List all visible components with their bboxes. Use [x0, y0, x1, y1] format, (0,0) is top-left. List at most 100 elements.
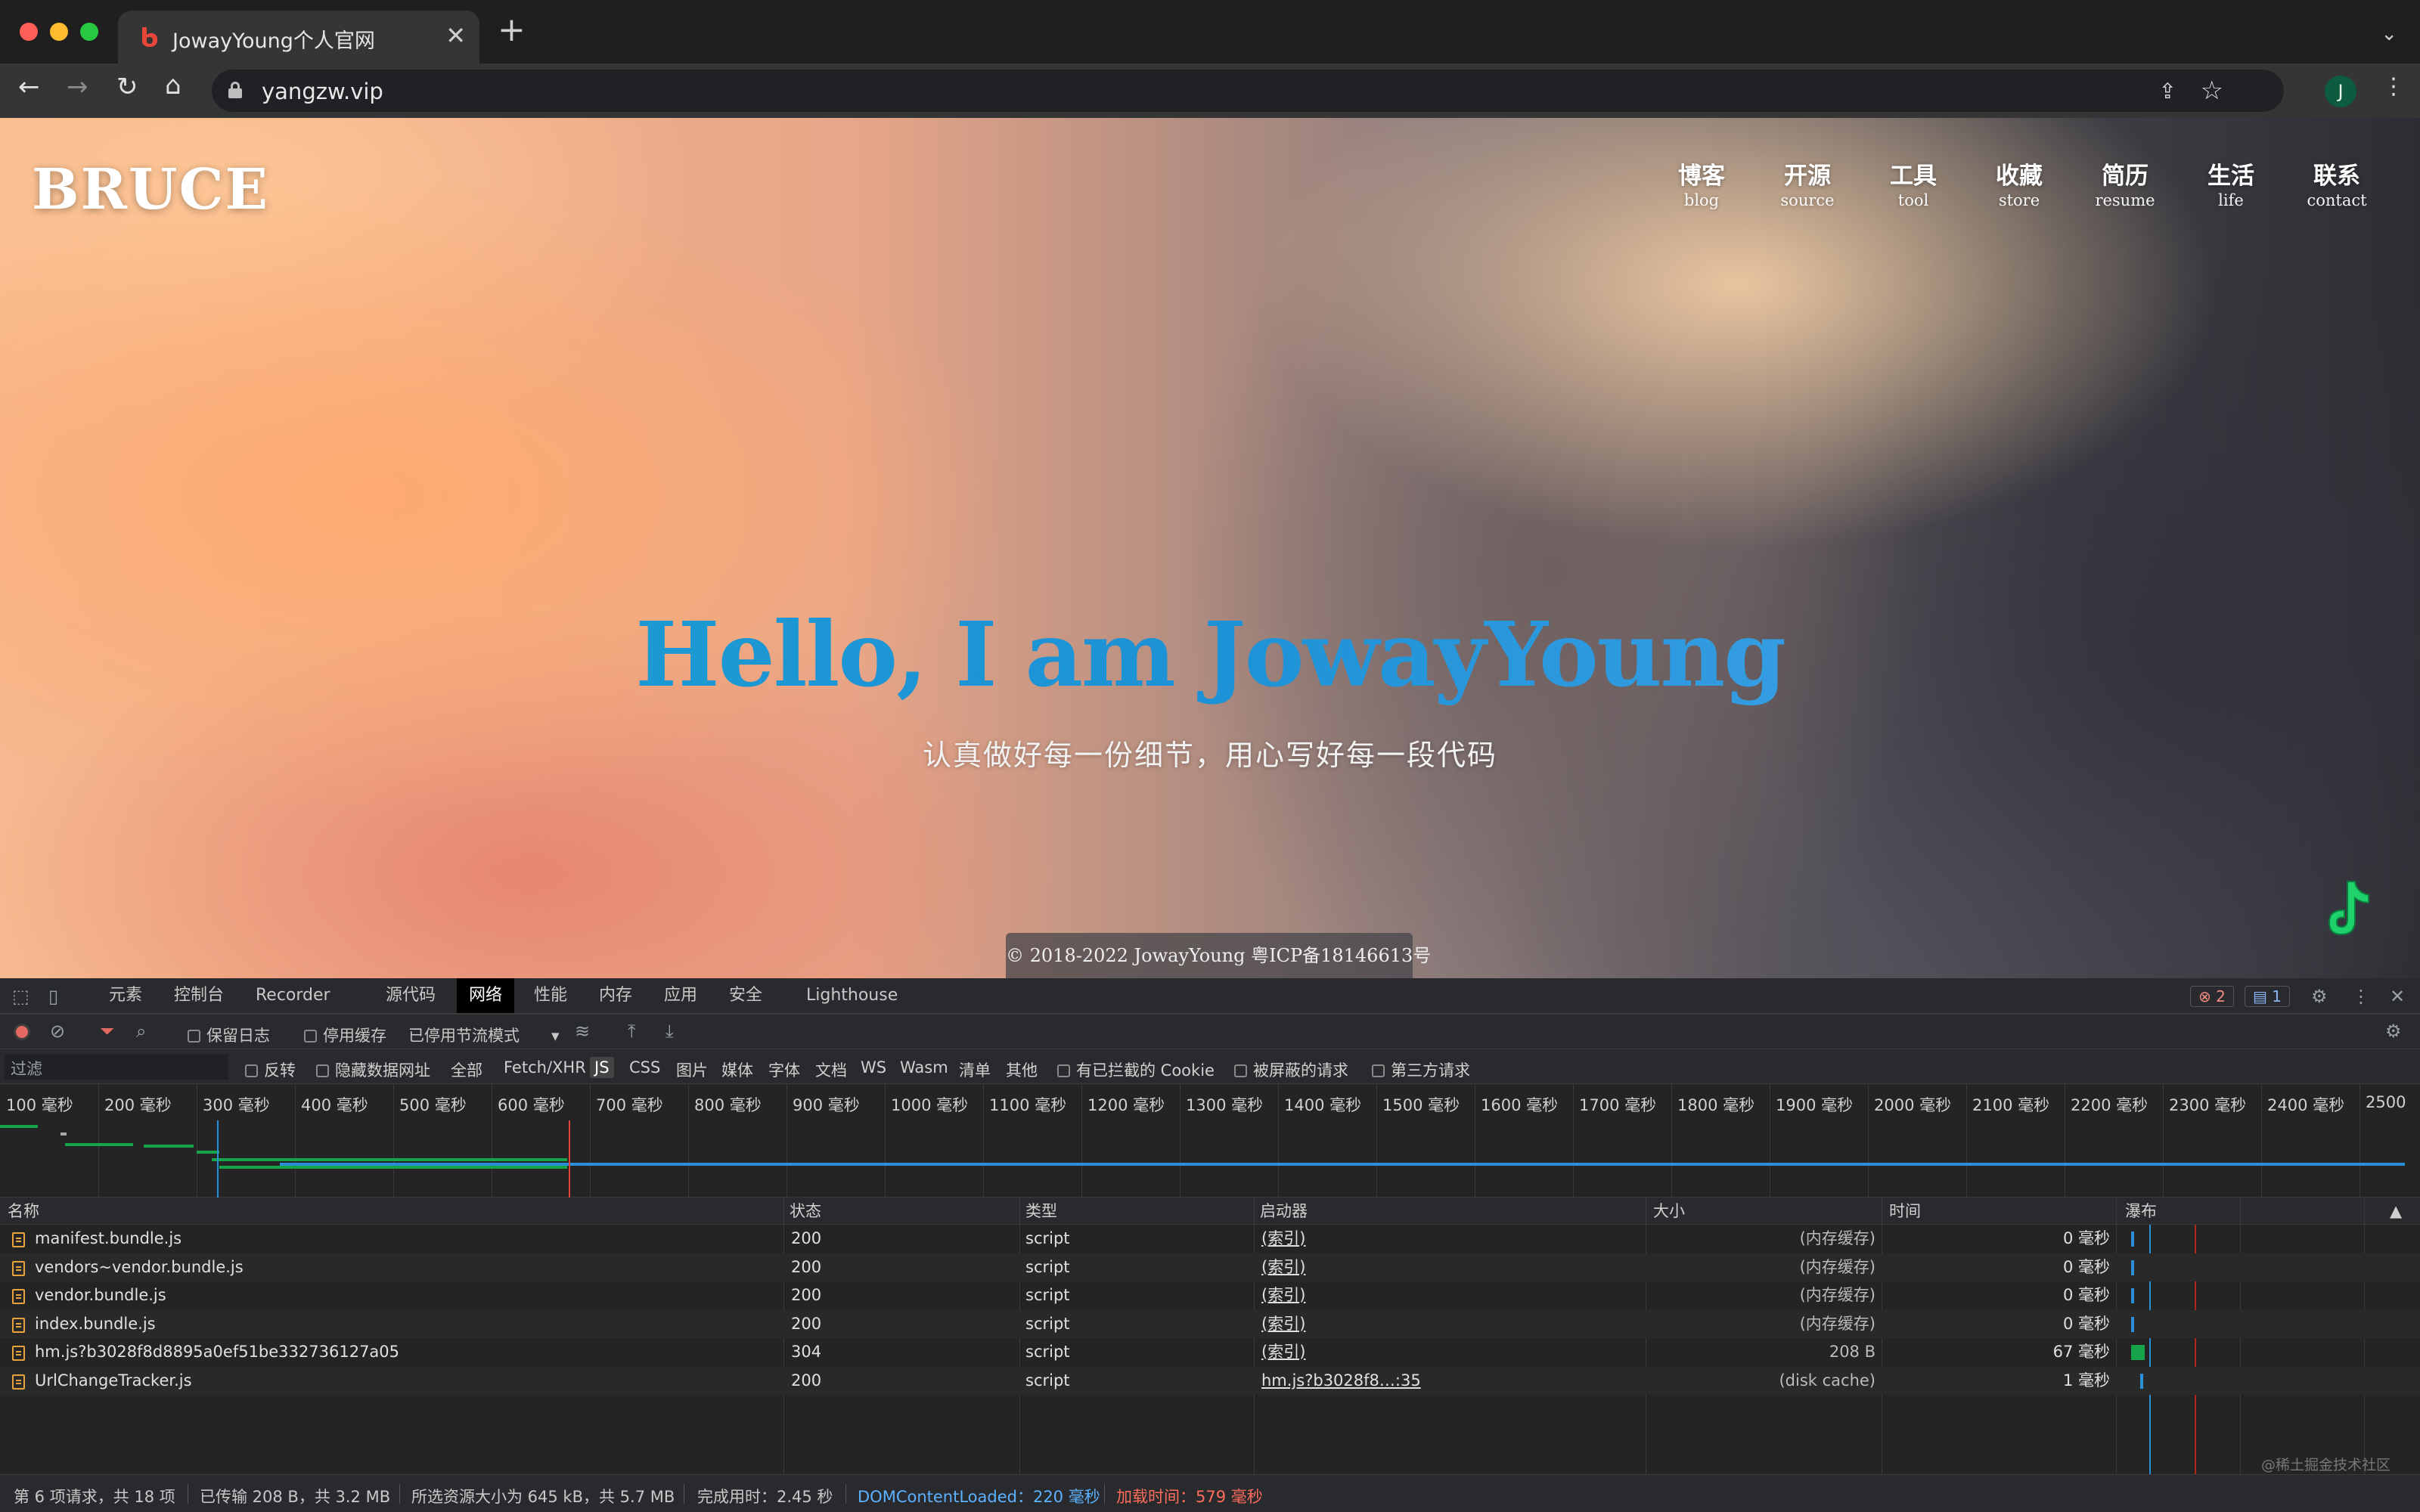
- preserve-log-checkbox[interactable]: 保留日志: [188, 1024, 270, 1046]
- bookmark-star-icon[interactable]: ☆: [2201, 76, 2223, 106]
- devtools-menu-icon[interactable]: ⋮: [2352, 986, 2370, 1007]
- request-initiator-link[interactable]: hm.js?b3028f8…:35: [1261, 1367, 1421, 1396]
- nav-item-tool[interactable]: 工具 tool: [1860, 162, 1966, 210]
- reload-icon[interactable]: ↻: [116, 74, 138, 100]
- request-name[interactable]: manifest.bundle.js: [35, 1225, 182, 1253]
- error-count-badge[interactable]: ⊗ 2: [2190, 986, 2234, 1007]
- tab-sources[interactable]: 源代码: [374, 978, 448, 1013]
- blocked-cookies-checkbox[interactable]: 有已拦截的 Cookie: [1057, 1058, 1215, 1081]
- network-overview-timeline[interactable]: 100 毫秒 200 毫秒 300 毫秒 400 毫秒 500 毫秒 600 毫秒 700 …: [0, 1084, 2420, 1198]
- tab-network[interactable]: 网络: [457, 978, 515, 1013]
- settings-gear-icon[interactable]: ⚙: [2311, 986, 2328, 1007]
- table-row[interactable]: index.bundle.js 200 script (索引) (内存缓存) 0 毫秒: [0, 1309, 2420, 1339]
- nav-item-life[interactable]: 生活 life: [2178, 162, 2284, 210]
- nav-item-store[interactable]: 收藏 store: [1966, 162, 2072, 210]
- tab-search-chevron-icon[interactable]: ⌄: [2381, 23, 2397, 45]
- filter-type-css[interactable]: CSS: [629, 1058, 660, 1077]
- blocked-requests-checkbox[interactable]: 被屏蔽的请求: [1234, 1058, 1348, 1081]
- filter-type-fetch-xhr[interactable]: Fetch/XHR: [504, 1058, 586, 1077]
- filter-type-media[interactable]: 媒体: [721, 1058, 753, 1081]
- filter-type-all[interactable]: 全部: [451, 1058, 482, 1081]
- request-initiator-link[interactable]: (索引): [1261, 1310, 1305, 1339]
- request-initiator-link[interactable]: (索引): [1261, 1253, 1305, 1282]
- tab-elements[interactable]: 元素: [97, 978, 154, 1013]
- browser-tab[interactable]: JowayYoung个人官网 ✕: [118, 11, 479, 64]
- share-icon[interactable]: ⇪: [2159, 79, 2176, 104]
- third-party-checkbox[interactable]: 第三方请求: [1372, 1058, 1470, 1081]
- tab-lighthouse[interactable]: Lighthouse: [794, 978, 910, 1013]
- device-toolbar-icon[interactable]: ▯: [48, 986, 58, 1007]
- filter-input[interactable]: 过滤: [5, 1054, 228, 1080]
- request-initiator-link[interactable]: (索引): [1261, 1338, 1305, 1367]
- nav-item-resume[interactable]: 简历 resume: [2072, 162, 2178, 210]
- tab-application[interactable]: 应用: [652, 978, 709, 1013]
- filter-type-doc[interactable]: 文档: [815, 1058, 847, 1081]
- address-bar[interactable]: yangzw.vip ⇪ ☆: [212, 70, 2284, 112]
- request-name[interactable]: UrlChangeTracker.js: [35, 1367, 192, 1396]
- nav-item-source[interactable]: 开源 source: [1754, 162, 1860, 210]
- home-icon[interactable]: ⌂: [165, 73, 182, 98]
- close-window-button[interactable]: [20, 23, 38, 41]
- inspect-element-icon[interactable]: ⬚: [12, 986, 29, 1007]
- clear-icon[interactable]: ⊘: [50, 1021, 65, 1042]
- nav-item-contact[interactable]: 联系 contact: [2284, 162, 2390, 210]
- filter-funnel-icon[interactable]: ⏷: [100, 1021, 114, 1042]
- filter-type-ws[interactable]: WS: [861, 1058, 886, 1077]
- table-row[interactable]: UrlChangeTracker.js 200 script hm.js?b3028f…: [0, 1366, 2420, 1396]
- close-tab-icon[interactable]: ✕: [445, 21, 466, 50]
- request-name[interactable]: vendors~vendor.bundle.js: [35, 1253, 244, 1282]
- tab-console[interactable]: 控制台: [162, 978, 236, 1013]
- filter-type-other[interactable]: 其他: [1006, 1058, 1038, 1081]
- export-har-icon[interactable]: ⤓: [666, 1021, 674, 1042]
- table-row[interactable]: vendors~vendor.bundle.js 200 script (索引) (内存…: [0, 1253, 2420, 1282]
- url-text[interactable]: yangzw.vip: [262, 79, 383, 104]
- column-waterfall[interactable]: 瀑布: [2118, 1198, 2157, 1225]
- site-logo[interactable]: BRUCE: [32, 157, 269, 222]
- minimize-window-button[interactable]: [50, 23, 68, 41]
- nav-item-blog[interactable]: 博客 blog: [1649, 162, 1754, 210]
- tab-security[interactable]: 安全: [717, 978, 774, 1013]
- column-size[interactable]: 大小: [1646, 1198, 1685, 1225]
- forward-arrow-icon[interactable]: →: [67, 74, 88, 100]
- back-arrow-icon[interactable]: ←: [18, 74, 40, 100]
- disable-cache-checkbox[interactable]: 停用缓存: [304, 1024, 386, 1046]
- request-name[interactable]: vendor.bundle.js: [35, 1281, 166, 1310]
- tab-memory[interactable]: 内存: [587, 978, 644, 1013]
- filter-type-wasm[interactable]: Wasm: [900, 1058, 948, 1077]
- tab-performance[interactable]: 性能: [522, 978, 579, 1013]
- request-initiator-link[interactable]: (索引): [1261, 1225, 1305, 1253]
- music-note-icon[interactable]: [2322, 878, 2375, 939]
- network-conditions-icon[interactable]: ≋: [575, 1021, 590, 1042]
- zoom-window-button[interactable]: [80, 23, 98, 41]
- browser-menu-icon[interactable]: ⋮: [2382, 76, 2405, 98]
- request-name[interactable]: index.bundle.js: [35, 1310, 156, 1339]
- profile-avatar[interactable]: J: [2325, 76, 2356, 107]
- lock-icon[interactable]: [228, 82, 242, 98]
- filter-type-manifest[interactable]: 清单: [959, 1058, 991, 1081]
- close-devtools-icon[interactable]: ✕: [2390, 986, 2405, 1007]
- search-icon[interactable]: ⌕: [136, 1021, 146, 1042]
- column-status[interactable]: 状态: [782, 1198, 821, 1225]
- hide-data-urls-checkbox[interactable]: 隐藏数据网址: [316, 1058, 430, 1081]
- table-row[interactable]: manifest.bundle.js 200 script (索引) (内存缓存) 0 毫…: [0, 1225, 2420, 1253]
- copyright-footer[interactable]: © 2018-2022 JowayYoung 粤ICP备18146613号: [1006, 933, 1431, 978]
- tab-recorder[interactable]: Recorder: [244, 978, 343, 1013]
- sort-arrow-icon[interactable]: ▲: [2382, 1198, 2402, 1225]
- new-tab-icon[interactable]: +: [498, 14, 526, 47]
- table-row[interactable]: vendor.bundle.js 200 script (索引) (内存缓存) 0 毫秒: [0, 1281, 2420, 1310]
- message-count-badge[interactable]: ▤ 1: [2245, 986, 2290, 1007]
- column-time[interactable]: 时间: [1882, 1198, 1921, 1225]
- throttling-select[interactable]: 已停用节流模式 ▾: [408, 1024, 560, 1046]
- filter-type-js[interactable]: JS: [590, 1057, 614, 1078]
- column-name[interactable]: 名称: [0, 1198, 39, 1225]
- table-row[interactable]: hm.js?b3028f8d8895a0ef51be332736127a05 30…: [0, 1338, 2420, 1367]
- column-initiator[interactable]: 启动器: [1252, 1198, 1308, 1225]
- filter-type-font[interactable]: 字体: [768, 1058, 800, 1081]
- invert-checkbox[interactable]: 反转: [245, 1058, 296, 1081]
- network-settings-gear-icon[interactable]: ⚙: [2385, 1021, 2402, 1042]
- request-name[interactable]: hm.js?b3028f8d8895a0ef51be332736127a05: [35, 1338, 399, 1367]
- column-type[interactable]: 类型: [1018, 1198, 1057, 1225]
- record-button[interactable]: [14, 1024, 30, 1040]
- filter-type-img[interactable]: 图片: [676, 1058, 708, 1081]
- import-har-icon[interactable]: ⤒: [628, 1021, 636, 1042]
